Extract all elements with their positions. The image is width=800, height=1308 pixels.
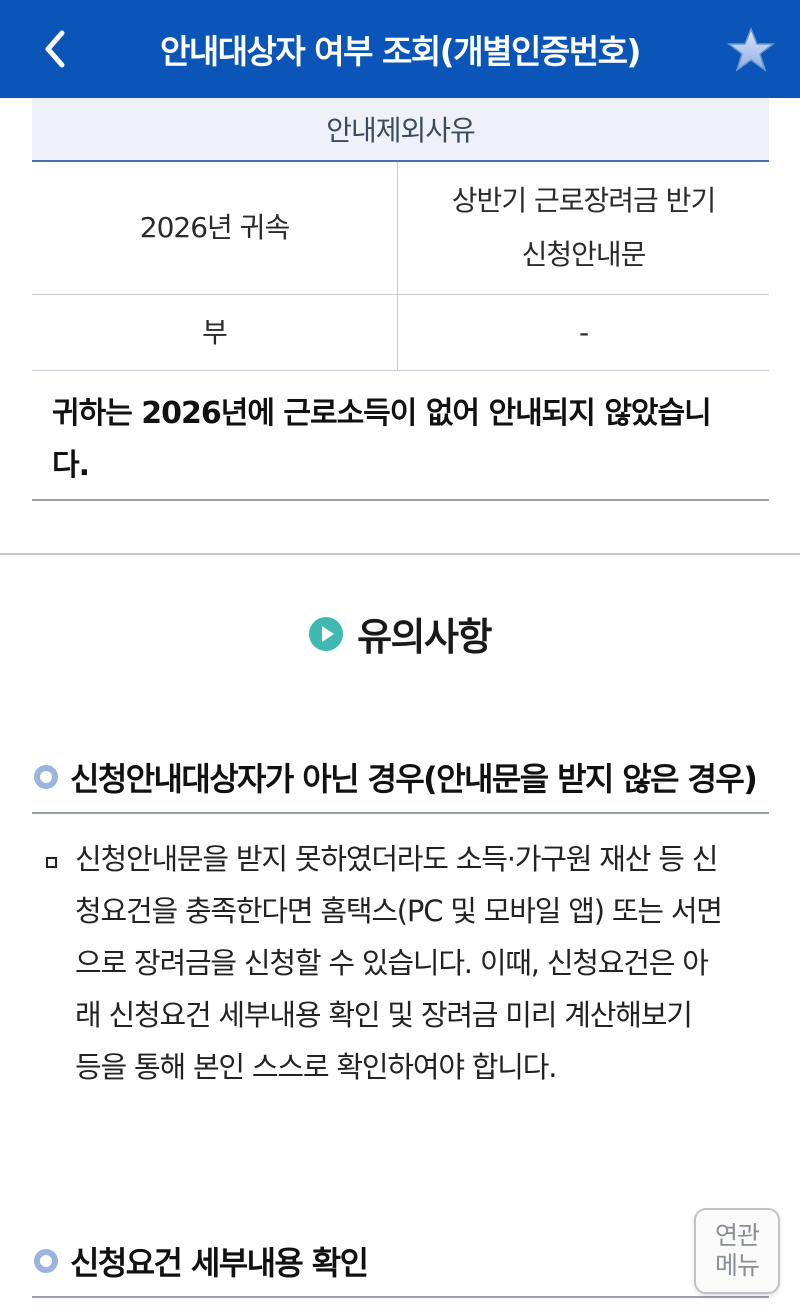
- app-header: 안내대상자 여부 조회(개별인증번호): [0, 0, 800, 98]
- section-heading[interactable]: 신청요건 세부내용 확인: [32, 1226, 769, 1298]
- info-paragraph: 신청안내문을 받지 못하였더라도 소득·가구원 재산 등 신 청요건을 충족한다…: [46, 833, 786, 1093]
- table-header: 안내제외사유: [32, 98, 769, 162]
- play-circle-icon: [309, 616, 344, 651]
- chevron-left-icon: [45, 30, 65, 68]
- table-cell: 상반기 근로장려금 반기 신청안내문: [398, 162, 769, 294]
- paragraph-line: 으로 장려금을 신청할 수 있습니다. 이때, 신청요건은 아: [75, 946, 709, 980]
- result-table: 안내제외사유 2026년 귀속 상반기 근로장려금 반기 신청안내문 부 - 귀…: [32, 98, 769, 501]
- column-header-exclusion-reason: 안내제외사유: [326, 114, 476, 147]
- section-title: 신청요건 세부내용 확인: [70, 1244, 369, 1282]
- note-line: 귀하는 2026년에 근로소득이 없어 안내되지 않았습니: [52, 396, 712, 431]
- star-icon: [727, 27, 775, 72]
- page-title: 안내대상자 여부 조회(개별인증번호): [159, 32, 642, 71]
- exclusion-note: 귀하는 2026년에 근로소득이 없어 안내되지 않았습니 다.: [32, 371, 769, 501]
- cell-line: 신청안내문: [521, 238, 647, 271]
- related-menu-button[interactable]: 연관 메뉴: [694, 1208, 780, 1294]
- related-menu-label: 연관: [714, 1221, 760, 1250]
- section-title: 신청안내대상자가 아닌 경우(안내문을 받지 않은 경우): [70, 760, 758, 798]
- section-divider: [0, 553, 800, 555]
- paragraph-line: 래 신청요건 세부내용 확인 및 장려금 미리 계산해보기: [75, 998, 693, 1032]
- caution-heading: 유의사항: [0, 606, 800, 661]
- square-bullet-icon: [46, 857, 57, 868]
- cell-line: 상반기 근로장려금 반기: [451, 184, 716, 217]
- back-button[interactable]: [30, 22, 80, 76]
- table-row: 2026년 귀속 상반기 근로장려금 반기 신청안내문: [32, 162, 769, 295]
- circle-bullet-icon: [34, 765, 58, 789]
- caution-title: 유의사항: [357, 615, 492, 659]
- note-line: 다.: [52, 448, 90, 483]
- favorite-button[interactable]: [724, 24, 778, 76]
- table-cell: -: [578, 315, 589, 349]
- table-cell: 2026년 귀속: [32, 162, 398, 294]
- paragraph-line: 신청안내문을 받지 못하였더라도 소득·가구원 재산 등 신: [75, 842, 718, 876]
- paragraph-line: 청요건을 충족한다면 홈택스(PC 및 모바일 앱) 또는 서면: [75, 894, 723, 928]
- paragraph-line: 등을 통해 본인 스스로 확인하여야 합니다.: [75, 1050, 557, 1084]
- circle-bullet-icon: [34, 1249, 58, 1273]
- table-row: 부 -: [32, 295, 769, 371]
- paragraph-text: 신청안내문을 받지 못하였더라도 소득·가구원 재산 등 신 청요건을 충족한다…: [75, 833, 755, 1093]
- section-heading: 신청안내대상자가 아닌 경우(안내문을 받지 않은 경우): [32, 742, 769, 814]
- table-cell: 부: [32, 295, 398, 370]
- related-menu-label: 메뉴: [714, 1251, 760, 1280]
